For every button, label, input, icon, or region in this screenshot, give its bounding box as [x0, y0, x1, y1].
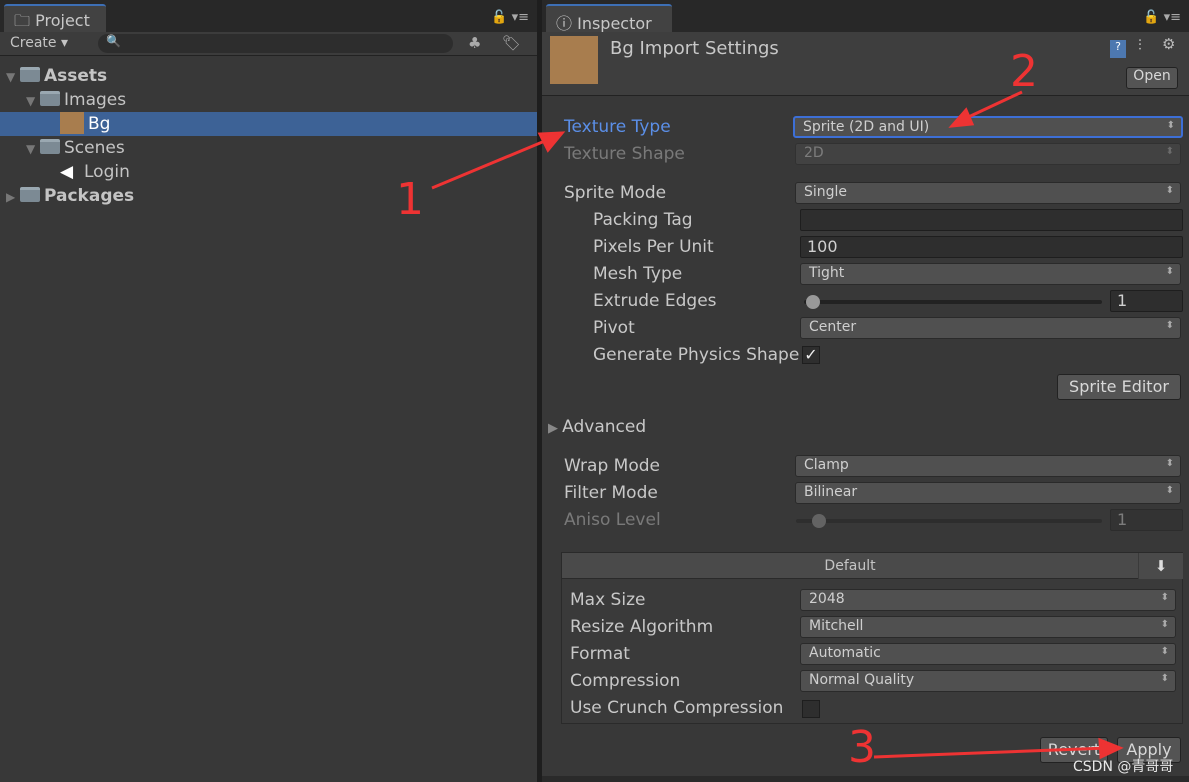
- arrow-1-head: [537, 131, 566, 153]
- arrow-3-head: [1098, 737, 1124, 760]
- annotation-1: 1: [396, 174, 424, 225]
- arrow-1: [431, 136, 553, 190]
- watermark: CSDN @青哥哥: [1073, 759, 1174, 775]
- arrow-2-head: [948, 107, 975, 128]
- annotation-3: 3: [848, 722, 876, 773]
- annotation-2: 2: [1010, 46, 1038, 97]
- annotation-arrows: [431, 90, 1124, 760]
